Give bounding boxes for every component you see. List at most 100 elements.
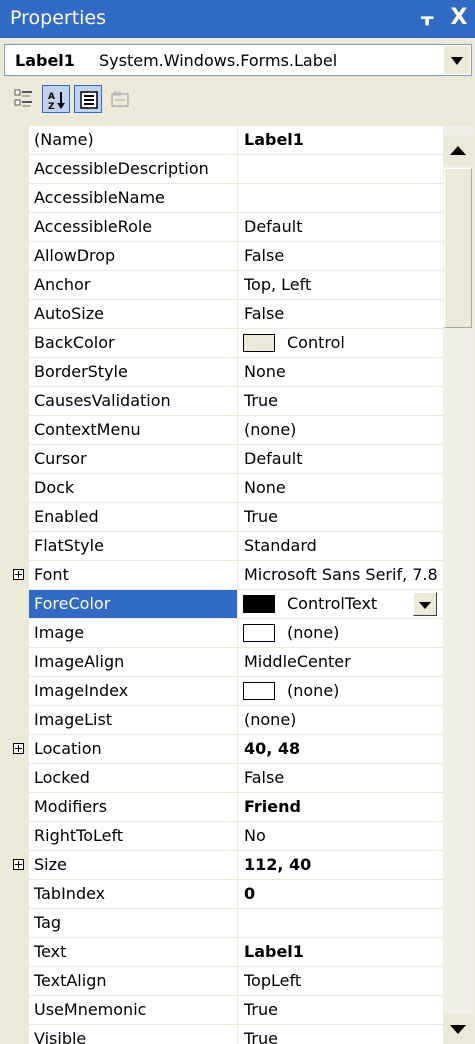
property-row[interactable]: ImageAlign MiddleCenter: [10, 648, 443, 677]
property-row[interactable]: Locked False: [10, 764, 443, 793]
property-value-cell[interactable]: ControlText: [238, 590, 443, 619]
property-row[interactable]: Enabled True: [10, 503, 443, 532]
property-name-cell[interactable]: ContextMenu: [29, 416, 238, 445]
property-value-cell[interactable]: TopLeft: [238, 967, 443, 996]
property-name-cell[interactable]: Size: [29, 851, 238, 880]
value-dropdown-button[interactable]: [413, 592, 437, 616]
object-selector[interactable]: Label1 System.Windows.Forms.Label: [4, 44, 472, 76]
property-name-cell[interactable]: ImageList: [29, 706, 238, 735]
property-value-cell[interactable]: Microsoft Sans Serif, 7.8: [238, 561, 443, 590]
expand-plus-icon[interactable]: [13, 569, 24, 580]
expand-plus-icon[interactable]: [13, 859, 24, 870]
property-row[interactable]: AccessibleRole Default: [10, 213, 443, 242]
close-icon[interactable]: X: [447, 5, 471, 31]
property-row[interactable]: (Name) Label1: [10, 126, 443, 155]
property-name-cell[interactable]: Tag: [29, 909, 238, 938]
property-row[interactable]: AutoSize False: [10, 300, 443, 329]
property-name-cell[interactable]: Font: [29, 561, 238, 590]
property-name-cell[interactable]: BorderStyle: [29, 358, 238, 387]
property-value-cell[interactable]: None: [238, 474, 443, 503]
property-row[interactable]: Modifiers Friend: [10, 793, 443, 822]
property-value-cell[interactable]: (none): [238, 706, 443, 735]
property-row[interactable]: FlatStyle Standard: [10, 532, 443, 561]
property-name-cell[interactable]: CausesValidation: [29, 387, 238, 416]
property-name-cell[interactable]: AllowDrop: [29, 242, 238, 271]
object-selector-dropdown-button[interactable]: [444, 46, 470, 74]
property-row[interactable]: AllowDrop False: [10, 242, 443, 271]
expand-plus-icon[interactable]: [13, 743, 24, 754]
property-row[interactable]: ForeColor ControlText: [10, 590, 443, 619]
properties-button[interactable]: [74, 85, 102, 113]
property-value-cell[interactable]: True: [238, 503, 443, 532]
property-name-cell[interactable]: Locked: [29, 764, 238, 793]
property-name-cell[interactable]: UseMnemonic: [29, 996, 238, 1025]
property-pages-button[interactable]: [106, 85, 134, 113]
property-row[interactable]: Tag: [10, 909, 443, 938]
property-value-cell[interactable]: No: [238, 822, 443, 851]
property-value-cell[interactable]: Label1: [238, 126, 443, 155]
property-value-cell[interactable]: 0: [238, 880, 443, 909]
alphabetical-button[interactable]: A Z: [42, 85, 70, 113]
property-name-cell[interactable]: Cursor: [29, 445, 238, 474]
property-name-cell[interactable]: Image: [29, 619, 238, 648]
property-name-cell[interactable]: (Name): [29, 126, 238, 155]
property-value-cell[interactable]: 112, 40: [238, 851, 443, 880]
property-value-cell[interactable]: (none): [238, 619, 443, 648]
categorized-button[interactable]: [10, 85, 38, 113]
property-name-cell[interactable]: AutoSize: [29, 300, 238, 329]
property-name-cell[interactable]: ForeColor: [29, 590, 238, 619]
property-row[interactable]: Text Label1: [10, 938, 443, 967]
property-row[interactable]: Image (none): [10, 619, 443, 648]
property-name-cell[interactable]: ImageIndex: [29, 677, 238, 706]
property-name-cell[interactable]: TabIndex: [29, 880, 238, 909]
property-value-cell[interactable]: Label1: [238, 938, 443, 967]
property-row[interactable]: AccessibleName: [10, 184, 443, 213]
property-name-cell[interactable]: Modifiers: [29, 793, 238, 822]
property-value-cell[interactable]: Control: [238, 329, 443, 358]
property-row[interactable]: BackColor Control: [10, 329, 443, 358]
property-value-cell[interactable]: [238, 909, 443, 938]
vertical-scrollbar[interactable]: [443, 126, 473, 1044]
property-row[interactable]: Anchor Top, Left: [10, 271, 443, 300]
property-row[interactable]: Location 40, 48: [10, 735, 443, 764]
property-name-cell[interactable]: Location: [29, 735, 238, 764]
property-value-cell[interactable]: False: [238, 300, 443, 329]
property-value-cell[interactable]: MiddleCenter: [238, 648, 443, 677]
scroll-thumb[interactable]: [444, 168, 472, 328]
property-name-cell[interactable]: Visible: [29, 1025, 238, 1044]
property-value-cell[interactable]: Default: [238, 445, 443, 474]
property-name-cell[interactable]: ImageAlign: [29, 648, 238, 677]
scroll-down-button[interactable]: [443, 1014, 473, 1044]
property-row[interactable]: BorderStyle None: [10, 358, 443, 387]
property-value-cell[interactable]: [238, 155, 443, 184]
property-value-cell[interactable]: [238, 184, 443, 213]
property-value-cell[interactable]: Standard: [238, 532, 443, 561]
property-name-cell[interactable]: Dock: [29, 474, 238, 503]
property-value-cell[interactable]: Top, Left: [238, 271, 443, 300]
property-value-cell[interactable]: None: [238, 358, 443, 387]
property-row[interactable]: TextAlign TopLeft: [10, 967, 443, 996]
property-value-cell[interactable]: True: [238, 1025, 443, 1044]
property-row[interactable]: CausesValidation True: [10, 387, 443, 416]
property-row[interactable]: Visible True: [10, 1025, 443, 1044]
property-row[interactable]: ContextMenu (none): [10, 416, 443, 445]
property-name-cell[interactable]: Enabled: [29, 503, 238, 532]
property-row[interactable]: ImageList (none): [10, 706, 443, 735]
property-row[interactable]: Cursor Default: [10, 445, 443, 474]
property-row[interactable]: UseMnemonic True: [10, 996, 443, 1025]
property-value-cell[interactable]: 40, 48: [238, 735, 443, 764]
property-name-cell[interactable]: RightToLeft: [29, 822, 238, 851]
property-row[interactable]: TabIndex 0: [10, 880, 443, 909]
property-value-cell[interactable]: False: [238, 242, 443, 271]
property-row[interactable]: AccessibleDescription: [10, 155, 443, 184]
property-name-cell[interactable]: Anchor: [29, 271, 238, 300]
property-value-cell[interactable]: False: [238, 764, 443, 793]
property-value-cell[interactable]: (none): [238, 416, 443, 445]
property-value-cell[interactable]: (none): [238, 677, 443, 706]
property-row[interactable]: Size 112, 40: [10, 851, 443, 880]
property-value-cell[interactable]: Friend: [238, 793, 443, 822]
property-value-cell[interactable]: Default: [238, 213, 443, 242]
property-name-cell[interactable]: AccessibleRole: [29, 213, 238, 242]
property-name-cell[interactable]: AccessibleName: [29, 184, 238, 213]
property-name-cell[interactable]: BackColor: [29, 329, 238, 358]
